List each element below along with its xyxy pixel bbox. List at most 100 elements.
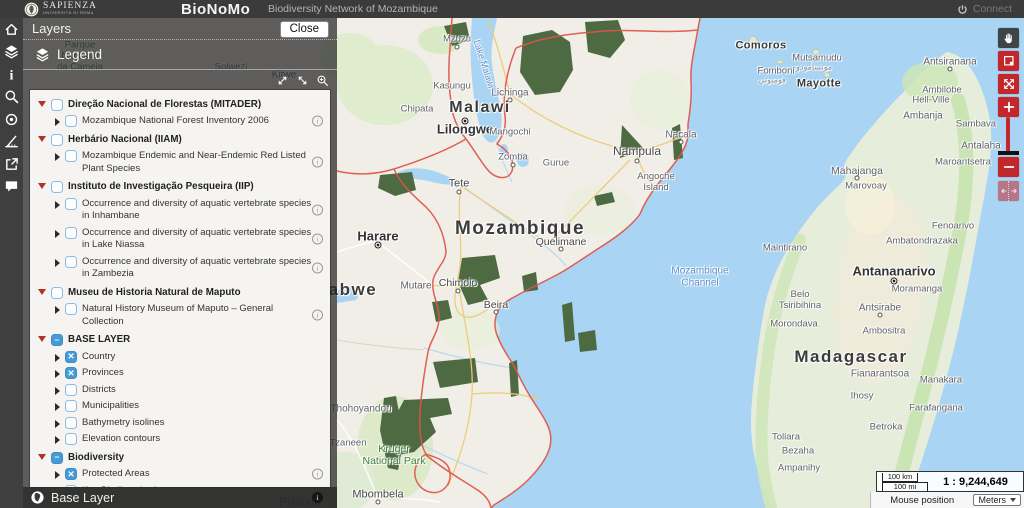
prev-extent-icon[interactable]	[999, 181, 1008, 201]
layer-checkbox[interactable]	[51, 287, 63, 299]
comment-icon	[4, 179, 19, 199]
layer-row: Occurrence and diversity of aquatic vert…	[30, 253, 330, 282]
layer-checkbox[interactable]	[65, 384, 77, 396]
info-icon[interactable]: i	[312, 233, 323, 244]
expand-arrow-icon[interactable]	[55, 420, 60, 428]
base-layer-info-icon[interactable]: i	[312, 492, 323, 503]
top-bar: SAPIENZA UNIVERSITÀ DI ROMA BioNoMo Biod…	[0, 0, 1024, 18]
layers-icon	[4, 44, 19, 64]
layer-checkbox[interactable]: −	[51, 452, 63, 464]
zoom-slider-track[interactable]	[1006, 117, 1010, 155]
sidebar-home-button[interactable]	[1, 21, 22, 42]
layer-row: Instituto de Investigação Pesqueira (IIP…	[30, 179, 330, 196]
layer-row: Occurrence and diversity of aquatic vert…	[30, 224, 330, 253]
layer-row: −Biodiversity	[30, 449, 330, 466]
layer-label: Mozambique National Forest Inventory 200…	[82, 114, 269, 128]
close-button[interactable]: Close	[280, 21, 329, 38]
sidebar-export-button[interactable]	[1, 156, 22, 177]
layer-checkbox[interactable]	[65, 433, 77, 445]
layer-checkbox[interactable]: ✕	[65, 351, 77, 363]
layer-checkbox[interactable]: ✕	[65, 367, 77, 379]
info-icon: i	[4, 67, 19, 87]
sidebar-measure-button[interactable]	[1, 134, 22, 155]
layer-checkbox[interactable]	[65, 400, 77, 412]
layer-row: Occurrence and diversity of aquatic vert…	[30, 195, 330, 224]
layer-label: Elevation contours	[82, 432, 160, 446]
expand-arrow-icon[interactable]	[55, 230, 60, 238]
layer-checkbox[interactable]	[65, 115, 77, 127]
info-icon[interactable]: i	[312, 468, 323, 479]
layer-row: ✕Provinces	[30, 365, 330, 382]
layer-label: Districts	[82, 383, 116, 397]
layer-checkbox[interactable]	[65, 198, 77, 210]
extent-history-buttons[interactable]	[998, 181, 1019, 201]
expand-arrow-icon[interactable]	[55, 153, 60, 161]
collapse-arrow-icon[interactable]	[38, 101, 46, 107]
globe-icon	[30, 490, 45, 505]
layer-checkbox[interactable]	[65, 256, 77, 268]
scale-ratio: 1 : 9,244,649	[928, 476, 1023, 488]
expand-arrow-icon[interactable]	[55, 471, 60, 479]
next-extent-icon[interactable]	[1008, 181, 1018, 201]
layer-checkbox[interactable]	[65, 227, 77, 239]
layer-checkbox[interactable]	[51, 134, 63, 146]
layer-checkbox[interactable]: ✕	[65, 468, 77, 480]
connect-button[interactable]: Connect	[957, 3, 1012, 15]
info-icon[interactable]: i	[312, 310, 323, 321]
layers-icon	[35, 47, 50, 62]
info-icon[interactable]: i	[312, 262, 323, 273]
sidebar-layers-button[interactable]	[1, 44, 22, 65]
expand-arrow-icon[interactable]	[55, 387, 60, 395]
legend-expand-icon[interactable]	[275, 73, 290, 88]
collapse-arrow-icon[interactable]	[38, 454, 46, 460]
layer-row: ✕ Protected Areas i	[30, 466, 330, 483]
expand-arrow-icon[interactable]	[55, 403, 60, 411]
layer-checkbox[interactable]	[51, 181, 63, 193]
zoom-in-button[interactable]	[998, 97, 1019, 117]
base-layer-bar[interactable]: Base Layer i	[23, 487, 337, 508]
collapse-arrow-icon[interactable]	[38, 336, 46, 342]
zoom-box-button[interactable]	[998, 51, 1019, 71]
pan-tool-button[interactable]	[998, 28, 1019, 48]
layer-row: Elevation contours	[30, 431, 330, 448]
zoom-slider-handle[interactable]	[998, 151, 1019, 155]
scale-rulers: 100 km 100 mi	[882, 473, 928, 491]
expand-arrow-icon[interactable]	[55, 201, 60, 209]
layer-label: Protected Areas	[82, 467, 150, 481]
info-icon[interactable]: i	[312, 157, 323, 168]
layer-checkbox[interactable]	[51, 99, 63, 111]
legend-shrink-icon[interactable]	[295, 73, 310, 88]
zoom-out-button[interactable]	[998, 157, 1019, 177]
layer-checkbox[interactable]	[65, 150, 77, 162]
expand-arrow-icon[interactable]	[55, 259, 60, 267]
scale-box: 100 km 100 mi 1 : 9,244,649	[876, 471, 1024, 492]
layer-label: Occurrence and diversity of aquatic vert…	[82, 255, 312, 281]
layer-label: Direção Nacional de Florestas (MITADER)	[68, 98, 261, 112]
sidebar-info-button[interactable]: i	[1, 66, 22, 87]
sidebar-feedback-button[interactable]	[1, 179, 22, 200]
layer-checkbox[interactable]	[65, 417, 77, 429]
info-icon[interactable]: i	[312, 204, 323, 215]
units-select[interactable]: Meters	[973, 494, 1021, 506]
collapse-arrow-icon[interactable]	[38, 183, 46, 189]
expand-arrow-icon[interactable]	[55, 436, 60, 444]
collapse-arrow-icon[interactable]	[38, 289, 46, 295]
layer-checkbox[interactable]	[65, 303, 77, 315]
layer-row: Herbário Nacional (IIAM)	[30, 131, 330, 148]
expand-arrow-icon[interactable]	[55, 306, 60, 314]
layer-label: Mozambique Endemic and Near-Endemic Red …	[82, 149, 312, 175]
sapienza-logo: SAPIENZA UNIVERSITÀ DI ROMA	[24, 2, 97, 17]
zoom-full-extent-button[interactable]	[998, 74, 1019, 94]
sidebar-search-button[interactable]	[1, 89, 22, 110]
power-icon	[957, 4, 968, 15]
expand-arrow-icon[interactable]	[55, 354, 60, 362]
collapse-arrow-icon[interactable]	[38, 136, 46, 142]
legend-header[interactable]: Legend	[23, 40, 337, 70]
expand-arrow-icon[interactable]	[55, 370, 60, 378]
sidebar-locate-button[interactable]	[1, 111, 22, 132]
layer-checkbox[interactable]: −	[51, 334, 63, 346]
legend-zoom-icon[interactable]	[315, 73, 330, 88]
info-icon[interactable]: i	[312, 115, 323, 126]
expand-arrow-icon[interactable]	[55, 118, 60, 126]
layer-label: Country	[82, 350, 115, 364]
